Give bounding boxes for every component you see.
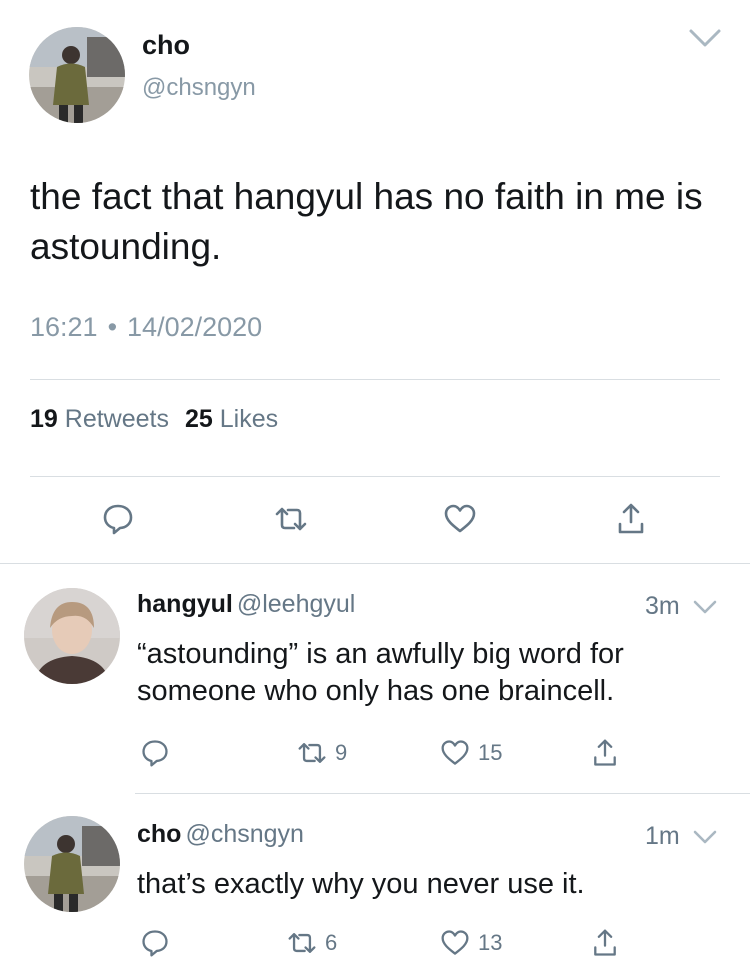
reply-tweet[interactable]: cho @chsngyn 1m that’s exactly why you ne… [0, 816, 750, 975]
share-icon [594, 739, 616, 766]
share-icon [618, 503, 644, 534]
reply-timestamp: 1m [645, 822, 680, 850]
like-button[interactable] [443, 502, 477, 536]
author-name[interactable]: cho [137, 820, 181, 848]
tweet-stats: 19 Retweets 25 Likes [30, 405, 278, 434]
retweet-button[interactable]: 9 [297, 738, 347, 768]
author-handle[interactable]: @leehgyul [237, 590, 356, 618]
like-button[interactable]: 15 [440, 738, 502, 768]
tweet-timestamp: 16:21 • 14/02/2020 [30, 312, 262, 343]
like-button[interactable]: 13 [440, 928, 502, 958]
likes-count: 25 [184, 405, 213, 433]
heart-icon [441, 930, 469, 955]
chevron-down-icon[interactable] [692, 828, 718, 848]
divider [30, 476, 720, 477]
reply-timestamp: 3m [645, 592, 680, 620]
tweet-time: 16:21 [30, 312, 98, 342]
chevron-down-icon[interactable] [692, 598, 718, 618]
author-name[interactable]: cho [142, 30, 190, 61]
like-count: 15 [478, 740, 503, 765]
tweet-date: 14/02/2020 [127, 312, 263, 342]
reply-button[interactable] [140, 928, 170, 958]
retweet-button[interactable] [274, 502, 308, 536]
retweet-button[interactable]: 6 [287, 928, 337, 958]
retweet-count: 9 [335, 740, 348, 765]
share-button[interactable] [590, 738, 620, 768]
like-count: 13 [478, 930, 503, 955]
main-tweet: cho @chsngyn the fact that hangyul has n… [0, 0, 750, 562]
retweet-icon [298, 743, 326, 763]
share-button[interactable] [590, 928, 620, 958]
retweets-count: 19 [30, 405, 58, 433]
reply-header: cho @chsngyn [137, 820, 304, 849]
speech-bubble-icon [103, 504, 133, 535]
author-handle[interactable]: @chsngyn [142, 74, 256, 102]
avatar-photo [24, 816, 120, 912]
retweet-count: 6 [325, 930, 338, 955]
reply-button[interactable] [140, 738, 170, 768]
reply-text: that’s exactly why you never use it. [137, 868, 585, 900]
reply-tweet[interactable]: hangyul @leehgyul 3m “astounding” is an a… [0, 586, 750, 792]
heart-icon [441, 740, 469, 765]
separator: • [107, 312, 118, 342]
retweet-icon [275, 507, 307, 531]
reply-text: “astounding” is an awfully big word for … [137, 638, 624, 707]
heart-icon [444, 504, 476, 533]
chevron-down-icon[interactable] [688, 26, 722, 50]
likes-label: Likes [219, 405, 279, 433]
author-handle[interactable]: @chsngyn [185, 820, 304, 848]
tweet-text: the fact that hangyul has no faith in me… [30, 176, 703, 267]
likes-stat[interactable]: 25 Likes [185, 405, 278, 433]
share-button[interactable] [614, 502, 648, 536]
avatar[interactable] [24, 816, 120, 912]
avatar[interactable] [24, 588, 120, 684]
divider [0, 563, 750, 564]
avatar-photo [29, 27, 125, 123]
retweets-label: Retweets [64, 405, 169, 433]
speech-bubble-icon [142, 740, 168, 767]
speech-bubble-icon [142, 930, 168, 957]
avatar-photo [24, 588, 120, 684]
avatar[interactable] [29, 27, 125, 123]
divider [135, 793, 750, 794]
reply-header: hangyul @leehgyul [137, 590, 355, 619]
retweet-icon [288, 933, 316, 953]
reply-button[interactable] [101, 502, 135, 536]
divider [30, 379, 720, 380]
author-name[interactable]: hangyul [137, 590, 233, 618]
retweets-stat[interactable]: 19 Retweets [30, 405, 169, 433]
share-icon [594, 929, 616, 956]
